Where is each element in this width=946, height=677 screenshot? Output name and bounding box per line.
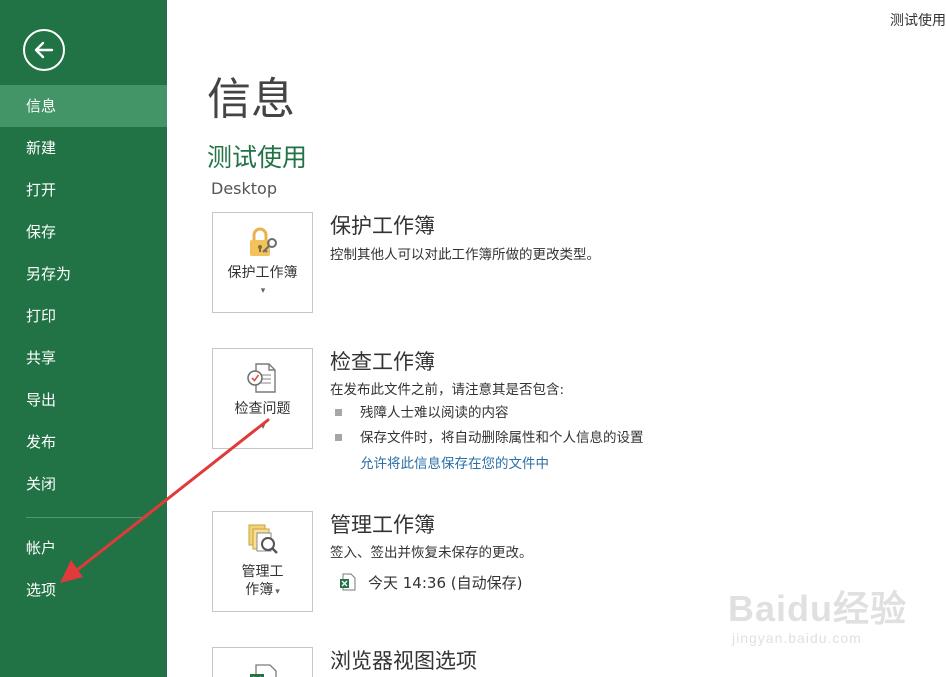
back-arrow-icon	[34, 41, 54, 59]
nav-item-new[interactable]: 新建	[0, 127, 167, 169]
baidu-watermark: Baidu经验 jingyan.baidu.com	[728, 580, 924, 656]
manage-button-label-1: 管理工	[241, 564, 284, 580]
nav-item-save[interactable]: 保存	[0, 211, 167, 253]
nav-item-options[interactable]: 选项	[0, 569, 167, 611]
watermark-url: jingyan.baidu.com	[732, 630, 862, 646]
bullet-marker	[335, 409, 342, 416]
document-inspect-icon	[247, 363, 276, 393]
inspect-section-title: 检查工作簿	[330, 350, 435, 374]
nav-item-info[interactable]: 信息	[0, 85, 167, 127]
nav-item-account[interactable]: 帐户	[0, 527, 167, 569]
inspect-bullet-1: 残障人士难以阅读的内容	[360, 405, 509, 421]
manage-button-label-2-row: 作簿 ▾	[213, 580, 312, 602]
excel-file-icon	[340, 573, 356, 591]
inspect-section-description: 在发布此文件之前，请注意其是否包含:	[330, 382, 565, 398]
manage-versions-icon	[248, 524, 278, 554]
autosave-version-label: 今天 14:36 (自动保存)	[368, 573, 523, 592]
protect-workbook-button[interactable]: 保护工作簿 ▾	[212, 212, 313, 313]
user-name[interactable]: 测试使用	[890, 10, 946, 30]
manage-workbook-button[interactable]: 管理工 作簿 ▾	[212, 511, 313, 612]
file-location: Desktop	[211, 179, 277, 198]
file-name: 测试使用	[207, 143, 308, 172]
protect-section-title: 保护工作簿	[330, 214, 435, 238]
protect-button-label: 保护工作簿	[227, 265, 298, 281]
bullet-marker	[335, 434, 342, 441]
backstage-sidebar: 信息 新建 打开 保存 另存为 打印 共享 导出 发布 关闭 帐户 选项	[0, 0, 167, 677]
protect-section-description: 控制其他人可以对此工作簿所做的更改类型。	[330, 247, 600, 263]
manage-button-label-2: 作簿	[245, 582, 274, 598]
check-issues-button[interactable]: 检查问题 ▾	[212, 348, 313, 449]
chevron-down-icon: ▾	[275, 587, 280, 597]
allow-save-info-link[interactable]: 允许将此信息保存在您的文件中	[360, 454, 549, 474]
manage-section-description: 签入、签出并恢复未保存的更改。	[330, 545, 533, 561]
browser-view-options-button[interactable]	[212, 647, 313, 677]
nav-item-save-as[interactable]: 另存为	[0, 253, 167, 295]
chevron-down-icon: ▾	[260, 286, 266, 296]
nav-divider	[26, 517, 147, 518]
page-title: 信息	[207, 74, 295, 125]
nav-item-print[interactable]: 打印	[0, 295, 167, 337]
inspect-bullet-2: 保存文件时，将自动删除属性和个人信息的设置	[360, 430, 644, 446]
watermark-brand: Baidu经验	[728, 588, 908, 629]
nav-item-open[interactable]: 打开	[0, 169, 167, 211]
autosave-version-item[interactable]: 今天 14:36 (自动保存)	[340, 571, 522, 593]
nav-item-publish[interactable]: 发布	[0, 421, 167, 463]
check-issues-label: 检查问题	[234, 401, 291, 417]
back-button[interactable]	[23, 29, 65, 71]
nav-item-export[interactable]: 导出	[0, 379, 167, 421]
manage-section-title: 管理工作簿	[330, 513, 435, 537]
nav-item-share[interactable]: 共享	[0, 337, 167, 379]
browser-section-title: 浏览器视图选项	[330, 649, 477, 673]
chevron-down-icon: ▾	[260, 422, 266, 432]
excel-document-icon	[250, 664, 277, 677]
lock-key-icon	[250, 227, 277, 256]
nav-item-close[interactable]: 关闭	[0, 463, 167, 505]
